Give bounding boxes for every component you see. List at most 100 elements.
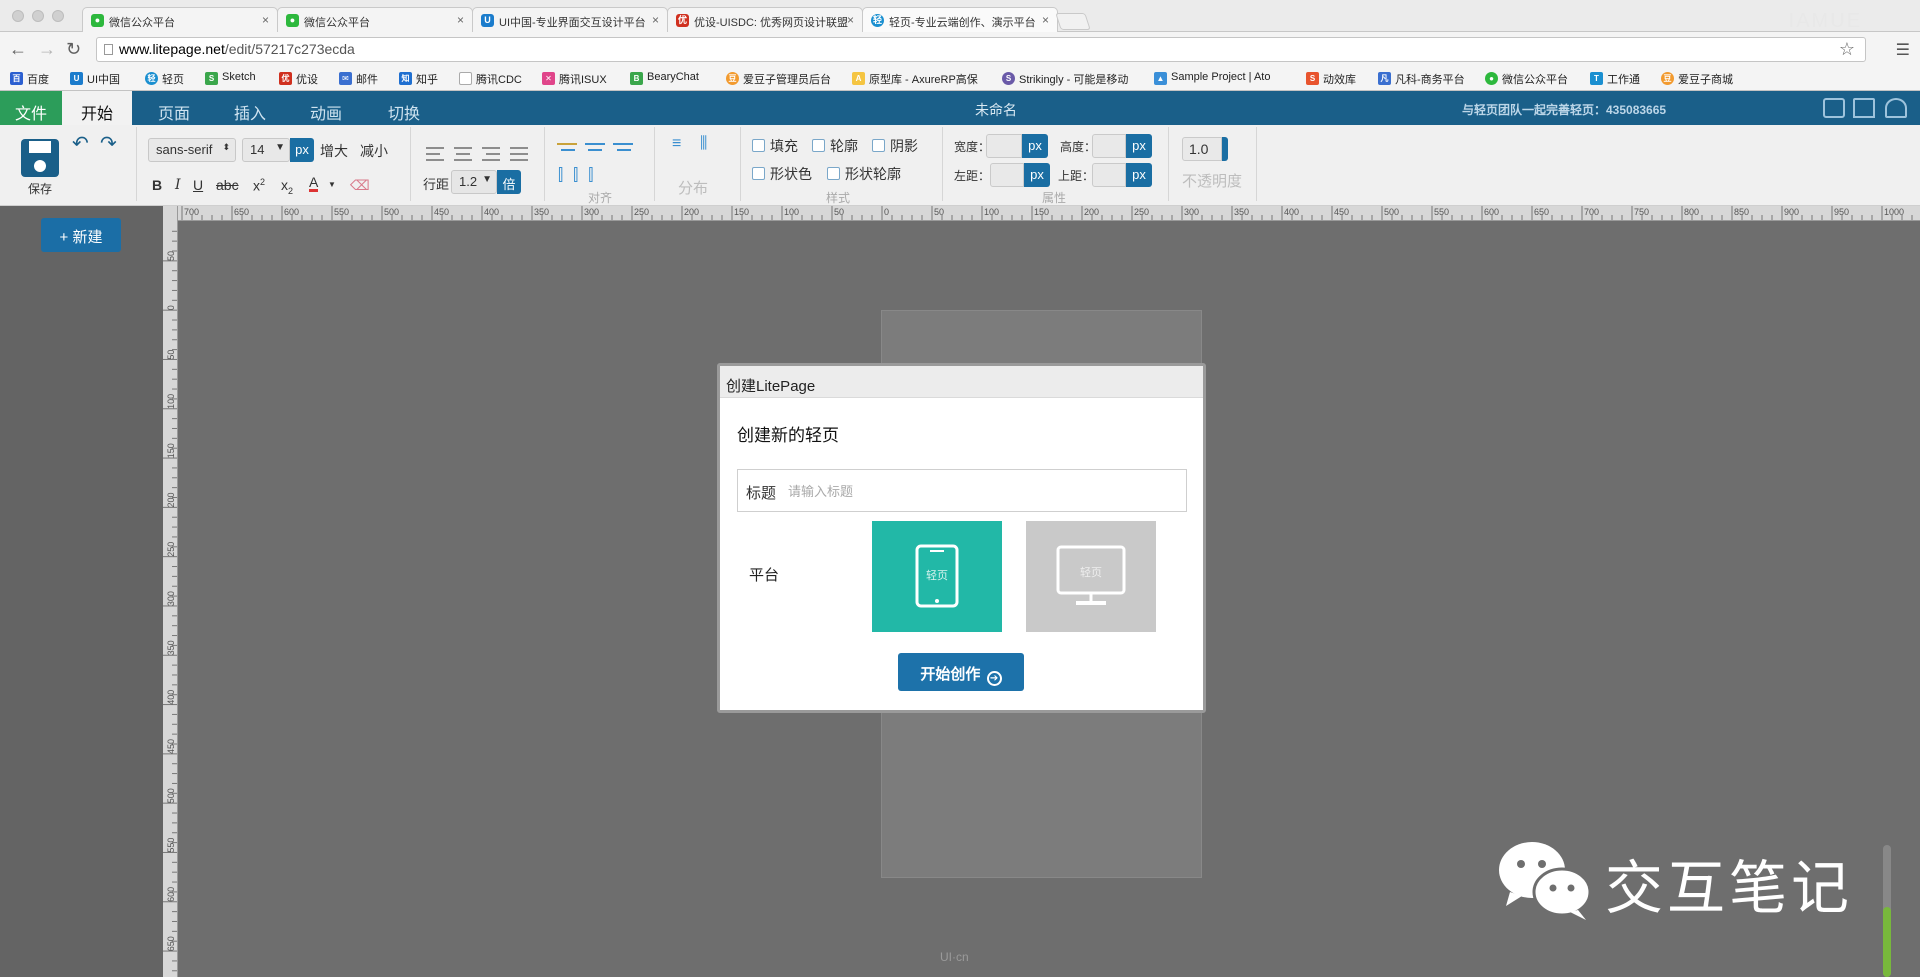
present-icon[interactable] [1853, 98, 1875, 118]
bookmark-item[interactable]: 百百度 [10, 71, 49, 87]
bookmark-item[interactable]: B BearyChat [630, 71, 699, 85]
vertical-scrollbar[interactable] [1883, 845, 1891, 977]
browser-tab[interactable]: U UI中国-专业界面交互设计平台 × [472, 7, 668, 32]
browser-tab[interactable]: ● 微信公众平台 × [82, 7, 278, 32]
subscript-icon[interactable]: x2 [281, 177, 293, 196]
top-unit[interactable]: px [1126, 163, 1152, 187]
font-color-icon[interactable]: A [309, 175, 319, 192]
back-arrow-icon[interactable]: ← [9, 39, 27, 60]
bold-icon[interactable]: B [152, 177, 162, 193]
start-create-button[interactable]: 开始创作 ➔ [898, 653, 1024, 691]
font-unit-px[interactable]: px [290, 138, 314, 162]
user-icon[interactable] [1885, 98, 1907, 118]
url-field[interactable]: www.litepage.net/edit/57217c273ecda ☆ [96, 37, 1866, 62]
save-icon[interactable] [20, 138, 60, 178]
new-page-button[interactable]: + 新建 [41, 218, 121, 252]
ruler-tick-label: 500 [1384, 207, 1399, 217]
forward-arrow-icon[interactable]: → [38, 39, 56, 60]
bookmark-item[interactable]: 豆爱豆子商城 [1661, 71, 1733, 87]
align-right-icon[interactable] [482, 147, 500, 149]
bookmark-item[interactable]: 凡凡科-商务平台 [1378, 71, 1465, 87]
shadow-checkbox[interactable]: 阴影 [872, 136, 918, 156]
bookmark-item[interactable]: 轻轻页 [145, 71, 184, 87]
ruler-tick-label: 200 [1084, 207, 1099, 217]
save-label[interactable]: 保存 [28, 180, 52, 197]
underline-icon[interactable]: U [193, 177, 203, 193]
bookmark-item[interactable]: ✉ 邮件 [339, 71, 378, 87]
reload-icon[interactable]: ↻ [66, 39, 81, 60]
strikethrough-icon[interactable]: abc [216, 177, 239, 193]
left-input[interactable] [990, 163, 1024, 187]
justify-icon[interactable] [510, 147, 528, 149]
bookmark-item[interactable]: S 动效库 [1306, 71, 1356, 87]
top-input[interactable] [1092, 163, 1126, 187]
close-tab-icon[interactable]: × [652, 13, 659, 27]
watermark-text: 交互笔记 [1605, 854, 1854, 922]
increase-font-button[interactable]: 增大 [320, 141, 348, 161]
italic-icon[interactable]: I [175, 177, 181, 193]
align-right-object-icon[interactable] [613, 143, 633, 145]
height-input[interactable] [1092, 134, 1126, 158]
bookmark-item[interactable]: ▲ Sample Project | Ato [1154, 71, 1270, 85]
align-left-icon[interactable] [426, 147, 444, 149]
opacity-input[interactable]: 1.0 [1182, 137, 1222, 161]
font-color-dropdown-icon[interactable]: ▼ [328, 180, 336, 189]
shape-outline-checkbox[interactable]: 形状轮廓 [827, 164, 901, 184]
bookmark-item[interactable]: S Strikingly - 可能是移动 [1002, 71, 1128, 87]
bookmark-item[interactable]: S Sketch [205, 71, 256, 85]
close-tab-icon[interactable]: × [262, 13, 269, 27]
decrease-font-button[interactable]: 减小 [360, 141, 388, 161]
align-left-object-icon[interactable] [557, 143, 577, 145]
left-unit[interactable]: px [1024, 163, 1050, 187]
bookmark-item[interactable]: 腾讯CDC [459, 71, 522, 87]
align-center-icon[interactable] [454, 147, 472, 149]
opacity-spinner[interactable] [1222, 137, 1228, 161]
bookmark-item[interactable]: A 原型库 - AxureRP高保 [852, 71, 978, 87]
align-center-object-icon[interactable] [585, 143, 605, 145]
window-close-button[interactable] [12, 10, 24, 22]
font-size-select[interactable]: 14 ▼ [242, 138, 290, 162]
bookmark-item[interactable]: 豆爱豆子管理员后台 [726, 71, 831, 87]
bookmark-item[interactable]: 优优设 [279, 71, 318, 87]
fill-checkbox[interactable]: 填充 [752, 136, 798, 156]
shape-color-checkbox[interactable]: 形状色 [752, 164, 812, 184]
superscript-icon[interactable]: x2 [253, 177, 265, 194]
bookmark-star-icon[interactable]: ☆ [1839, 39, 1855, 60]
mobile-option-label: 轻页 [926, 570, 948, 582]
bookmark-item[interactable]: U UI中国 [70, 71, 120, 87]
distribute-horizontal-icon[interactable]: ⫼ [700, 135, 707, 153]
redo-icon[interactable]: ↷ [100, 131, 117, 156]
new-tab-button[interactable] [1055, 13, 1091, 30]
eraser-icon[interactable]: ⌫ [350, 177, 370, 194]
horizontal-ruler-ticks: 700 650 600 550 500 450 400 350 300 250 200 150 100 5… [181, 206, 1913, 220]
platform-mobile-option[interactable]: 轻页 [872, 521, 1002, 632]
outline-checkbox[interactable]: 轮廓 [812, 136, 858, 156]
browser-tab[interactable]: 优 优设-UISDC: 优秀网页设计联盟 × [667, 7, 863, 32]
close-tab-icon[interactable]: × [457, 13, 464, 27]
window-zoom-button[interactable] [52, 10, 64, 22]
font-family-select[interactable]: sans-serif ⬍ [148, 138, 236, 162]
bookmark-item[interactable]: 知知乎 [399, 71, 438, 87]
bookmark-item[interactable]: ✕ 腾讯ISUX [542, 71, 607, 87]
line-unit-button[interactable]: 倍 [497, 170, 521, 194]
bookmark-item[interactable]: T 工作通 [1590, 71, 1640, 87]
browser-tab-active[interactable]: 轻 轻页-专业云端创作、演示平台 × [862, 7, 1058, 32]
height-unit[interactable]: px [1126, 134, 1152, 158]
bookmark-item[interactable]: ● 微信公众平台 [1485, 71, 1568, 87]
vertical-align-icons[interactable]: ⫿⫿⫿ [558, 167, 603, 185]
width-input[interactable] [986, 134, 1022, 158]
title-input[interactable] [788, 479, 1168, 503]
browser-tab[interactable]: ● 微信公众平台 × [277, 7, 473, 32]
close-tab-icon[interactable]: × [847, 13, 854, 27]
close-tab-icon[interactable]: × [1042, 13, 1049, 27]
wechat-icon: ● [91, 14, 104, 27]
save-header-icon[interactable] [1823, 98, 1845, 118]
scrollbar-thumb[interactable] [1883, 907, 1891, 977]
undo-icon[interactable]: ↶ [72, 131, 89, 156]
line-height-select[interactable]: 1.2 ▼ [451, 170, 497, 194]
browser-menu-icon[interactable]: ☰ [1896, 40, 1910, 60]
window-minimize-button[interactable] [32, 10, 44, 22]
distribute-vertical-icon[interactable]: ≡ [672, 135, 681, 153]
platform-pc-option[interactable]: 轻页 [1026, 521, 1156, 632]
width-unit[interactable]: px [1022, 134, 1048, 158]
